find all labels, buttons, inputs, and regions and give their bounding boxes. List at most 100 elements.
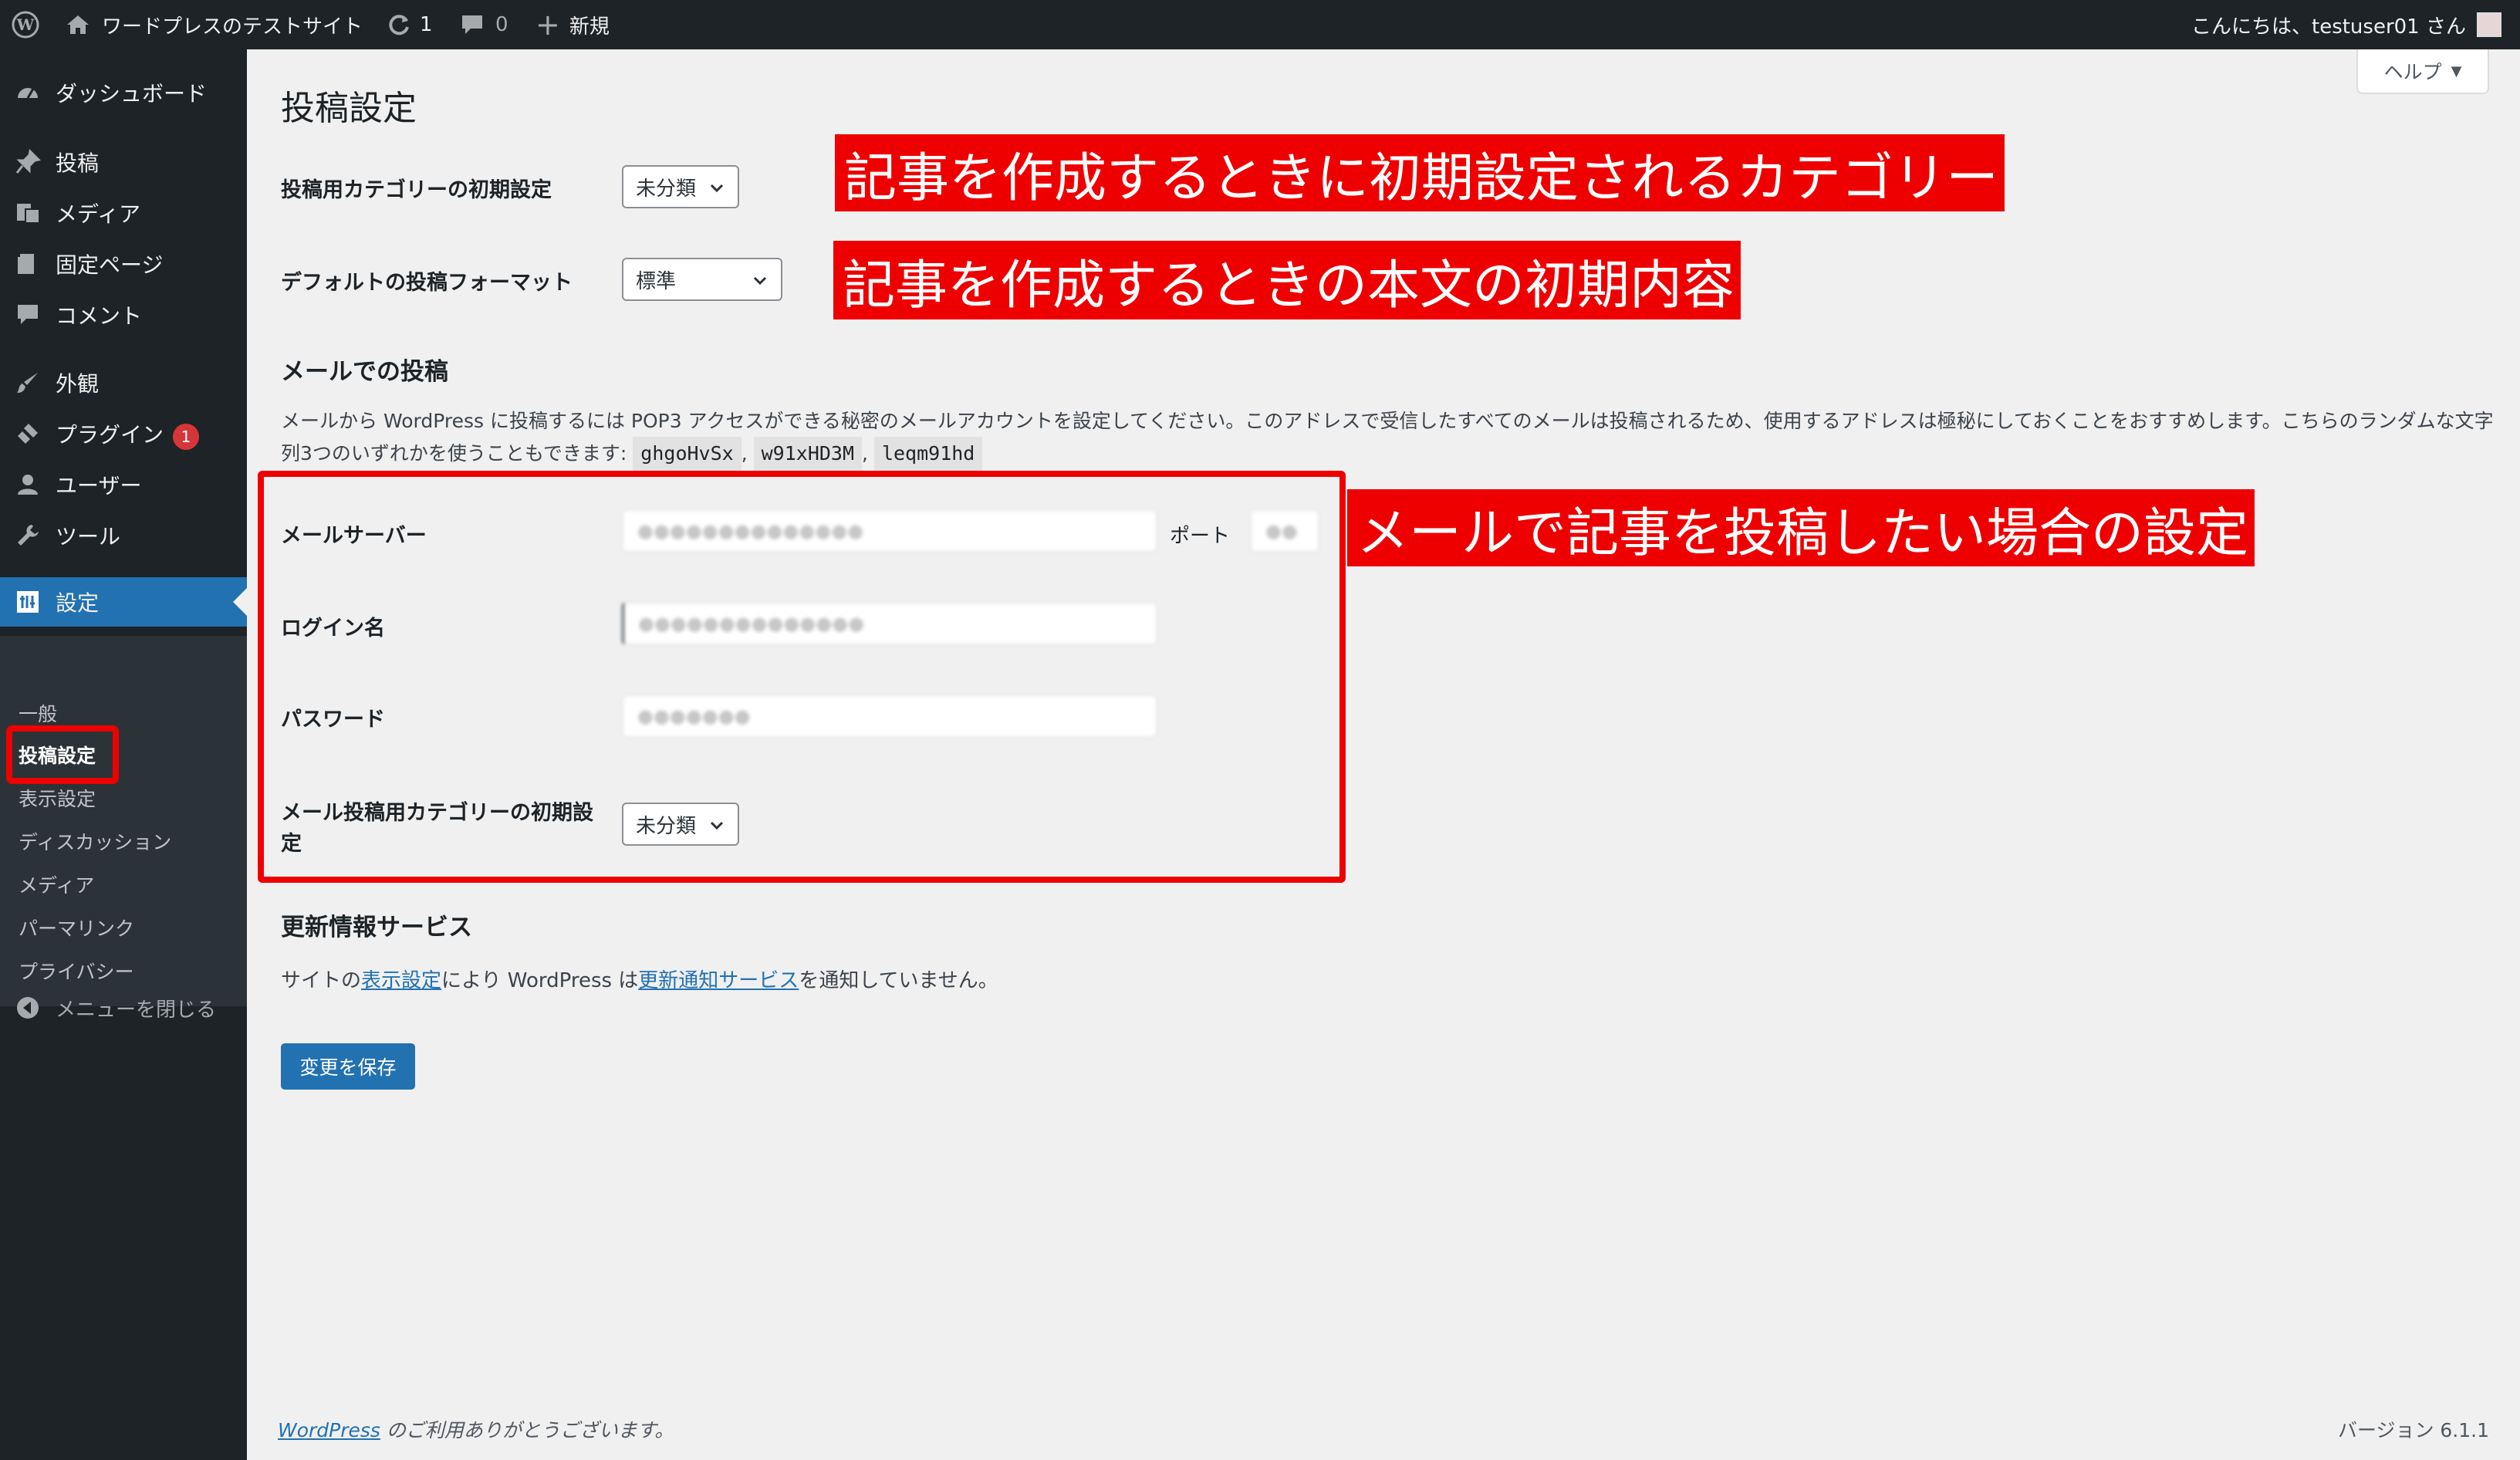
- sidebar-item-comments[interactable]: コメント: [0, 290, 247, 340]
- version-text: バージョン 6.1.1: [2337, 1419, 2489, 1441]
- caret-down-icon: ▼: [2451, 63, 2462, 79]
- comments-link[interactable]: 0: [460, 0, 508, 49]
- port-label: ポート: [1170, 525, 1231, 548]
- post-via-email-heading: メールでの投稿: [281, 358, 448, 386]
- sidebar-item-media[interactable]: メディア: [0, 188, 247, 238]
- select-value: 標準: [636, 269, 677, 293]
- sidebar-item-label: 固定ページ: [56, 252, 164, 278]
- sidebar-item-appearance[interactable]: 外観: [0, 358, 247, 407]
- pin-icon: [14, 148, 42, 176]
- chevron-down-icon: [710, 184, 724, 193]
- mail-server-input[interactable]: ●●●●●●●●●●●●●●: [622, 509, 1157, 553]
- sidebar-item-label: プラグイン 1: [56, 418, 200, 450]
- sidebar-item-label: 投稿: [56, 150, 100, 176]
- collapse-arrow-icon: [14, 994, 42, 1022]
- help-label: ヘルプ: [2383, 61, 2442, 83]
- media-icon: [14, 199, 42, 227]
- wrench-icon: [14, 522, 42, 549]
- password-input[interactable]: ●●●●●●●: [622, 695, 1157, 738]
- collapse-menu-label: メニューを閉じる: [56, 998, 217, 1022]
- wordpress-logo-icon[interactable]: W: [11, 0, 40, 49]
- update-services-link[interactable]: 更新通知サービス: [638, 969, 799, 992]
- mail-server-label: メールサーバー: [281, 524, 427, 548]
- submenu-discussion[interactable]: ディスカッション: [19, 827, 171, 855]
- text-fragment: サイトの: [281, 969, 362, 992]
- help-tab-button[interactable]: ヘルプ ▼: [2356, 49, 2489, 94]
- page-icon: [14, 250, 42, 278]
- footer-thanks-text: のご利用ありがとうございます。: [380, 1419, 674, 1441]
- site-name: ワードプレスのテストサイト: [102, 15, 363, 39]
- login-name-label: ログイン名: [281, 617, 385, 640]
- my-account-link[interactable]: こんにちは、testuser01 さん: [2191, 0, 2501, 49]
- admin-bar: W ワードプレスのテストサイト 1 0 + 新規 こんにちは、testuser0…: [0, 0, 2520, 49]
- sidebar-item-users[interactable]: ユーザー: [0, 460, 247, 509]
- annotation-category: 記事を作成するときに初期設定されるカテゴリー: [835, 134, 2005, 211]
- greeting: こんにちは、testuser01 さん: [2191, 15, 2466, 39]
- avatar: [2477, 12, 2501, 37]
- random-string-2: w91xHD3M: [753, 437, 863, 471]
- svg-text:W: W: [16, 15, 35, 34]
- home-icon: [67, 15, 89, 34]
- reading-settings-link[interactable]: 表示設定: [361, 969, 441, 992]
- footer-thanks: WordPress のご利用ありがとうございます。: [278, 1415, 674, 1443]
- submenu-reading[interactable]: 表示設定: [19, 784, 96, 812]
- default-category-label: 投稿用カテゴリーの初期設定: [281, 178, 552, 202]
- update-services-text: サイトの表示設定により WordPress は更新通知サービスを通知していません…: [281, 965, 998, 993]
- password-label: パスワード: [281, 708, 385, 732]
- refresh-icon: [389, 15, 409, 35]
- mail-category-select[interactable]: 未分類: [622, 803, 739, 846]
- text-fragment: により WordPress は: [441, 969, 639, 992]
- update-services-heading: 更新情報サービス: [281, 914, 472, 941]
- brush-icon: [14, 369, 42, 397]
- default-category-select[interactable]: 未分類: [622, 165, 739, 208]
- sidebar-item-label: 設定: [56, 590, 100, 616]
- sidebar-item-tools[interactable]: ツール: [0, 511, 247, 560]
- submenu-general[interactable]: 一般: [19, 699, 57, 727]
- sidebar-item-pages[interactable]: 固定ページ: [0, 239, 247, 289]
- page-title: 投稿設定: [281, 89, 417, 128]
- sidebar-item-posts[interactable]: 投稿: [0, 137, 247, 187]
- sidebar-item-settings[interactable]: 設定: [0, 577, 247, 627]
- port-input[interactable]: ●●: [1250, 509, 1319, 553]
- chevron-down-icon: [710, 821, 724, 830]
- comments-count: 0: [495, 13, 508, 36]
- sidebar-item-plugins[interactable]: プラグイン 1: [0, 409, 247, 458]
- current-menu-arrow: [233, 588, 247, 616]
- sidebar-item-label: ダッシュボード: [56, 81, 208, 106]
- chevron-down-icon: [753, 276, 767, 286]
- mail-category-label: メール投稿用カテゴリーの初期設定: [281, 801, 593, 856]
- text-fragment: を通知していません。: [799, 969, 998, 992]
- annotation-format: 記事を作成するときの本文の初期内容: [833, 241, 1741, 319]
- select-value: 未分類: [636, 814, 697, 838]
- annotation-mail: メールで記事を投稿したい場合の設定: [1347, 489, 2255, 566]
- submenu-permalinks[interactable]: パーマリンク: [19, 914, 134, 941]
- select-value: 未分類: [636, 177, 697, 201]
- sidebar-item-label: コメント: [56, 303, 143, 329]
- dashboard-icon: [14, 79, 42, 106]
- settings-submenu: 一般 投稿設定 表示設定 ディスカッション メディア パーマリンク プライバシー: [0, 636, 247, 1006]
- comment-icon: [14, 301, 42, 329]
- save-changes-button[interactable]: 変更を保存: [281, 1043, 415, 1090]
- random-string-1: ghgoHvSx: [633, 437, 741, 471]
- settings-icon: [14, 588, 42, 616]
- default-format-select[interactable]: 標準: [622, 258, 782, 301]
- random-string-3: leqm91hd: [873, 437, 983, 471]
- plus-icon: +: [535, 8, 560, 42]
- new-content-link[interactable]: + 新規: [535, 0, 610, 49]
- highlight-box-writing: [6, 725, 119, 784]
- collapse-menu-button[interactable]: メニューを閉じる: [0, 983, 247, 1032]
- updates-count: 1: [420, 13, 433, 36]
- submenu-privacy[interactable]: プライバシー: [19, 957, 134, 985]
- login-name-input[interactable]: ●●●●●●●●●●●●●●: [622, 602, 1157, 645]
- site-name-link[interactable]: ワードプレスのテストサイト: [65, 0, 363, 49]
- plugin-icon: [14, 420, 42, 448]
- sidebar-item-dashboard[interactable]: ダッシュボード: [0, 68, 247, 117]
- submenu-media[interactable]: メディア: [19, 870, 94, 898]
- sidebar-item-label: 外観: [56, 371, 100, 397]
- wordpress-link[interactable]: WordPress: [278, 1419, 380, 1441]
- comment-bubble-icon: [462, 15, 482, 34]
- user-icon: [14, 471, 42, 498]
- updates-link[interactable]: 1: [386, 0, 433, 49]
- post-via-email-description: メールから WordPress に投稿するには POP3 アクセスができる秘密の…: [281, 406, 2503, 471]
- description-text: メールから WordPress に投稿するには POP3 アクセスができる秘密の…: [281, 410, 2494, 465]
